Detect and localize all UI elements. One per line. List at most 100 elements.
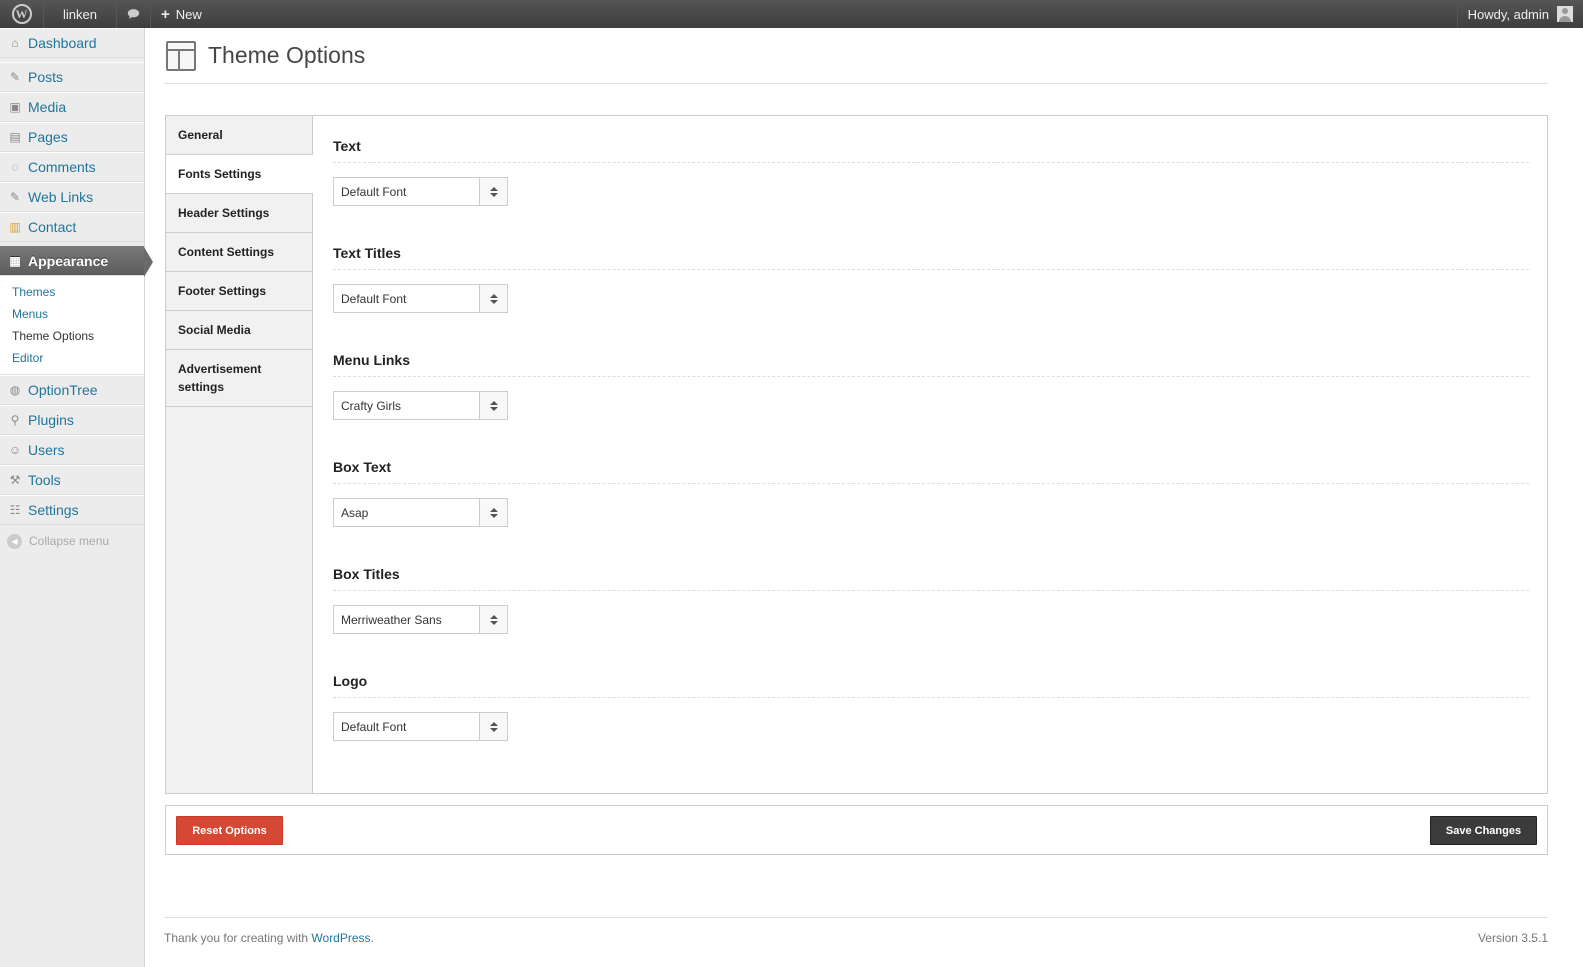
tab-footer-settings[interactable]: Footer Settings — [166, 272, 312, 311]
font-select-box-titles[interactable]: Merriweather Sans — [333, 605, 508, 634]
options-action-bar: Reset Options Save Changes — [165, 805, 1548, 855]
sidebar-item-media[interactable]: ▣ Media — [0, 92, 144, 122]
footer: Thank you for creating with WordPress. V… — [164, 917, 1548, 945]
sidebar-item-label: OptionTree — [28, 382, 98, 398]
sidebar-item-plugins[interactable]: ⚲ Plugins — [0, 405, 144, 435]
collapse-arrow-icon: ◀ — [7, 533, 22, 549]
sidebar-item-label: Plugins — [28, 412, 74, 428]
collapse-menu-button[interactable]: ◀ Collapse menu — [0, 525, 144, 557]
pushpin-icon: ✎ — [9, 190, 21, 204]
appearance-submenu: Themes Menus Theme Options Editor — [0, 276, 144, 375]
select-arrows-icon — [479, 392, 507, 419]
page-title: Theme Options — [208, 42, 366, 68]
tab-content-settings[interactable]: Content Settings — [166, 233, 312, 272]
comment-icon: ◌ — [11, 160, 19, 174]
contact-icon: ▥ — [9, 220, 21, 234]
tab-advertisement-settings[interactable]: Advertisement settings — [166, 350, 312, 407]
house-icon: ⌂ — [11, 36, 19, 50]
sidebar-item-label: Appearance — [28, 253, 109, 269]
submenu-item-editor[interactable]: Editor — [0, 348, 144, 370]
sidebar-item-label: Tools — [28, 472, 61, 488]
sidebar-item-label: Users — [28, 442, 65, 458]
option-title: Box Text — [333, 459, 392, 475]
site-name-link[interactable]: linken — [44, 0, 117, 28]
reset-options-button[interactable]: Reset Options — [176, 816, 283, 845]
divider — [333, 162, 1529, 163]
sidebar-item-pages[interactable]: ▤ Pages — [0, 122, 144, 152]
option-text: Text Default Font — [333, 116, 1529, 223]
option-title: Text — [333, 138, 361, 154]
sidebar-item-comments[interactable]: ◌ Comments — [0, 152, 144, 182]
sidebar-item-dashboard[interactable]: ⌂ Dashboard — [0, 28, 144, 58]
sidebar-item-label: Contact — [28, 219, 77, 235]
select-value: Default Font — [341, 291, 407, 306]
font-select-text[interactable]: Default Font — [333, 177, 508, 206]
font-select-menu-links[interactable]: Crafty Girls — [333, 391, 508, 420]
avatar — [1557, 6, 1573, 22]
main-content: Theme Options General Fonts Settings Hea… — [164, 28, 1548, 945]
font-select-logo[interactable]: Default Font — [333, 712, 508, 741]
submenu-item-menus[interactable]: Menus — [0, 304, 144, 326]
tab-social-media[interactable]: Social Media — [166, 311, 312, 350]
footer-thanks-text: Thank you for creating with — [164, 931, 312, 945]
comments-button[interactable] — [117, 0, 151, 28]
sidebar-item-optiontree[interactable]: ◍ OptionTree — [0, 375, 144, 405]
select-arrows-icon — [479, 499, 507, 526]
wordpress-link[interactable]: WordPress — [311, 931, 370, 945]
tab-header-settings[interactable]: Header Settings — [166, 194, 312, 233]
option-title: Logo — [333, 673, 368, 689]
footer-version: Version 3.5.1 — [1477, 931, 1548, 945]
font-select-text-titles[interactable]: Default Font — [333, 284, 508, 313]
select-arrows-icon — [479, 285, 507, 312]
sidebar-item-tools[interactable]: ⚒ Tools — [0, 465, 144, 495]
footer-thanks: Thank you for creating with WordPress. — [164, 931, 374, 945]
font-select-box-text[interactable]: Asap — [333, 498, 508, 527]
collapse-menu-label: Collapse menu — [29, 534, 110, 548]
sidebar-item-web-links[interactable]: ✎ Web Links — [0, 182, 144, 212]
tab-label: Advertisement settings — [178, 362, 262, 394]
select-value: Merriweather Sans — [341, 612, 442, 627]
select-value: Default Font — [341, 184, 407, 199]
pages-icon: ▤ — [9, 130, 21, 144]
theme-options-page-icon — [166, 40, 196, 71]
admin-sidebar: ⌂ Dashboard ✎ Posts ▣ Media ▤ Pages ◌ Co… — [0, 28, 153, 967]
select-value: Crafty Girls — [341, 398, 401, 413]
sidebar-item-appearance[interactable]: ▦ Appearance — [0, 246, 153, 277]
select-arrows-icon — [479, 178, 507, 205]
appearance-icon: ▦ — [9, 254, 21, 268]
option-title: Box Titles — [333, 566, 400, 582]
submenu-item-themes[interactable]: Themes — [0, 282, 144, 304]
options-panel: General Fonts Settings Header Settings C… — [165, 115, 1548, 794]
new-content-button[interactable]: + New — [151, 0, 212, 28]
page-header: Theme Options — [164, 28, 1548, 84]
sidebar-item-label: Pages — [28, 129, 68, 145]
divider — [333, 697, 1529, 698]
tab-fonts-settings[interactable]: Fonts Settings — [166, 155, 313, 194]
sidebar-item-settings[interactable]: ☷ Settings — [0, 495, 144, 525]
select-value: Default Font — [341, 719, 407, 734]
plug-icon: ⚲ — [10, 413, 20, 427]
sidebar-item-label: Comments — [28, 159, 96, 175]
sidebar-item-label: Dashboard — [28, 35, 97, 51]
site-name-label: linken — [63, 6, 97, 22]
select-arrows-icon — [479, 606, 507, 633]
sidebar-item-contact[interactable]: ▥ Contact — [0, 212, 144, 242]
options-tabs: General Fonts Settings Header Settings C… — [166, 116, 313, 793]
select-value: Asap — [341, 505, 369, 520]
select-arrows-icon — [479, 713, 507, 740]
sidebar-item-posts[interactable]: ✎ Posts — [0, 62, 144, 92]
my-account-button[interactable]: Howdy, admin — [1456, 0, 1583, 28]
wordpress-logo-icon: W — [11, 4, 32, 24]
wordpress-logo-button[interactable]: W — [0, 0, 44, 28]
sidebar-item-users[interactable]: ☺ Users — [0, 435, 144, 465]
divider — [333, 483, 1529, 484]
option-box-titles: Box Titles Merriweather Sans — [333, 544, 1529, 651]
divider — [333, 269, 1529, 270]
submenu-item-theme-options[interactable]: Theme Options — [0, 326, 144, 348]
option-text-titles: Text Titles Default Font — [333, 223, 1529, 330]
tab-general[interactable]: General — [166, 116, 312, 155]
sidebar-item-label: Media — [28, 99, 67, 115]
sidebar-item-label: Settings — [28, 502, 79, 518]
save-changes-button[interactable]: Save Changes — [1430, 816, 1537, 845]
comment-bubble-icon — [127, 9, 140, 19]
